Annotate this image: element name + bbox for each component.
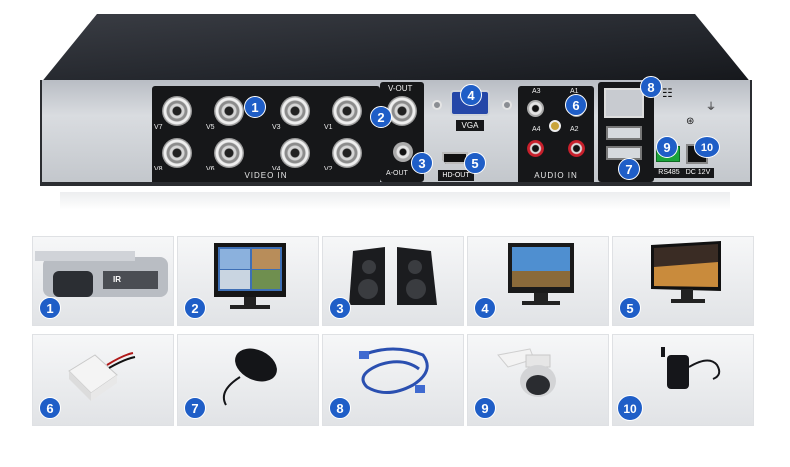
audio-rca-a2 — [568, 140, 585, 157]
network-icon: ☷ — [662, 86, 673, 100]
bnc-port-v4 — [280, 138, 310, 168]
callout-1: 1 — [244, 96, 266, 118]
v-out-bnc-port — [387, 96, 417, 126]
a-out-label: A-OUT — [386, 170, 408, 177]
accessory-card: 2 — [177, 236, 319, 326]
accessory-number-badge: 10 — [617, 395, 643, 421]
accessory-number-badge: 5 — [619, 297, 641, 319]
accessory-number-badge: 9 — [474, 397, 496, 419]
video-in-label: VIDEO IN — [152, 170, 380, 182]
accessory-card: IR 1 — [32, 236, 174, 326]
v-out-label: V-OUT — [388, 84, 413, 93]
callout-7: 7 — [618, 158, 640, 180]
bnc-port-v8 — [162, 138, 192, 168]
callout-3: 3 — [411, 152, 433, 174]
screw — [432, 100, 442, 110]
bnc-port-v7 — [162, 96, 192, 126]
port-label: V3 — [272, 124, 281, 131]
callout-2: 2 — [370, 106, 392, 128]
port-label: A4 — [532, 126, 541, 133]
audio-in-label: AUDIO IN — [518, 170, 594, 182]
audio-rca-a3 — [527, 100, 544, 117]
bnc-port-v6 — [214, 138, 244, 168]
camera-brand-text: IR — [113, 275, 121, 284]
lan-port — [604, 88, 644, 118]
audio-rca-a4 — [527, 140, 544, 157]
port-label: A3 — [532, 88, 541, 95]
bnc-port-v3 — [280, 96, 310, 126]
dvr-reflection — [60, 192, 730, 210]
callout-6: 6 — [565, 94, 587, 116]
callout-10: 10 — [694, 136, 720, 158]
port-label: A2 — [570, 126, 579, 133]
accessory-card: 9 — [467, 334, 609, 426]
callout-5: 5 — [464, 152, 486, 174]
accessory-number-badge: 8 — [329, 397, 351, 419]
accessory-number-badge: 3 — [329, 297, 351, 319]
accessory-card: 5 — [612, 236, 754, 326]
accessory-grid: IR 1 2 3 4 5 6 7 8 9 10 — [32, 236, 756, 430]
accessory-card: 6 — [32, 334, 174, 426]
screw — [502, 100, 512, 110]
accessory-number-badge: 2 — [184, 297, 206, 319]
callout-4: 4 — [460, 84, 482, 106]
dvr-top-cover — [40, 14, 752, 84]
accessory-card: 10 — [612, 334, 754, 426]
port-label: V7 — [154, 124, 163, 131]
video-in-panel: V7 V5 V3 V1 V8 V6 V4 V2 VIDEO IN — [152, 86, 380, 182]
bnc-port-v2 — [332, 138, 362, 168]
callout-9: 9 — [656, 136, 678, 158]
a-out-rca-port — [393, 142, 413, 162]
port-label: V5 — [206, 124, 215, 131]
callout-8: 8 — [640, 76, 662, 98]
ground-icon: ⏚ — [706, 102, 716, 113]
accessory-card: 3 — [322, 236, 464, 326]
bnc-port-v5 — [214, 96, 244, 126]
port-label: V1 — [324, 124, 333, 131]
accessory-number-badge: 1 — [39, 297, 61, 319]
vga-label: VGA — [456, 120, 484, 131]
product-connection-diagram: V7 V5 V3 V1 V8 V6 V4 V2 VIDEO IN 1 V-OUT… — [0, 0, 790, 467]
bnc-port-v1 — [332, 96, 362, 126]
accessory-number-badge: 7 — [184, 397, 206, 419]
accessory-number-badge: 6 — [39, 397, 61, 419]
rs485-label: RS485 — [654, 168, 684, 178]
accessory-card: 7 — [177, 334, 319, 426]
accessory-card: 4 — [467, 236, 609, 326]
dc-power-label: DC 12V — [682, 168, 714, 178]
accessory-card: 8 — [322, 334, 464, 426]
ground-screw — [549, 120, 561, 132]
accessory-number-badge: 4 — [474, 297, 496, 319]
usb-port — [606, 126, 642, 140]
dvr-rear-panel: V7 V5 V3 V1 V8 V6 V4 V2 VIDEO IN 1 V-OUT… — [40, 76, 752, 186]
power-polarity-icon: ⊛ — [686, 116, 695, 127]
